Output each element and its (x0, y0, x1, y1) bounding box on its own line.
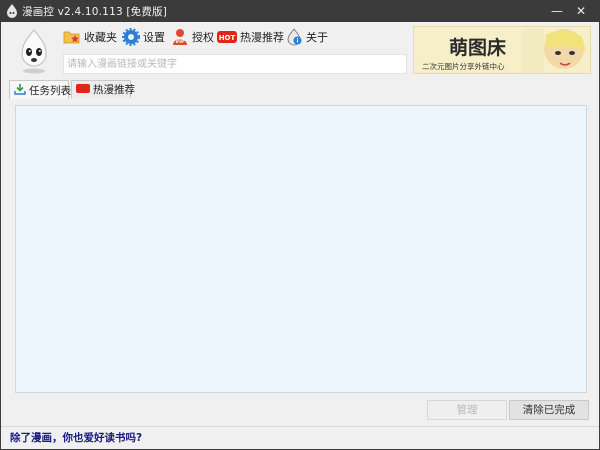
settings-label: 设置 (143, 31, 165, 44)
tab-hot-recommend-label: 热漫推荐 (93, 84, 135, 96)
vip-badge-text: VIP (175, 39, 185, 45)
about-label: 关于 (306, 31, 328, 44)
gear-icon (122, 28, 140, 46)
hot-badge-icon: HOT (217, 28, 237, 46)
client-area: 收藏夹 设置 VIP 授权 HOT 热漫推荐 关于 请输入漫画链接或关键字 萌图… (1, 22, 599, 449)
mascot-logo (10, 27, 58, 75)
vip-user-icon: VIP (171, 28, 189, 46)
folder-star-icon (63, 28, 81, 46)
hot-recommend-label: 热漫推荐 (240, 31, 284, 44)
manage-button[interactable]: 管理 (427, 400, 507, 420)
title-bar[interactable]: 漫画控 v2.4.10.113 [免费版] — ✕ (0, 0, 600, 22)
tab-task-list[interactable]: 任务列表 (9, 80, 71, 99)
tab-task-list-label: 任务列表 (29, 84, 71, 97)
info-icon (285, 28, 303, 46)
hot-tab-icon (76, 83, 90, 96)
close-button[interactable]: ✕ (572, 2, 590, 20)
search-input[interactable] (64, 55, 406, 73)
tab-hot-recommend[interactable]: 热漫推荐 (71, 80, 135, 98)
favorites-button[interactable]: 收藏夹 (63, 26, 117, 48)
license-label: 授权 (192, 31, 214, 44)
favorites-label: 收藏夹 (84, 31, 117, 44)
banner-subtitle: 二次元图片分享外链中心 (422, 61, 505, 71)
window-title: 漫画控 v2.4.10.113 [免费版] (22, 6, 168, 18)
minimize-button[interactable]: — (548, 2, 566, 20)
settings-button[interactable]: 设置 (122, 26, 165, 48)
status-divider (1, 426, 599, 427)
hot-recommend-button[interactable]: HOT 热漫推荐 (217, 26, 284, 48)
about-button[interactable]: 关于 (285, 26, 328, 48)
download-icon (14, 83, 26, 98)
search-box[interactable] (63, 54, 407, 74)
app-logo-icon (7, 4, 17, 18)
license-button[interactable]: VIP 授权 (171, 26, 214, 48)
hot-badge-text: HOT (219, 34, 236, 42)
app-window: 漫画控 v2.4.10.113 [免费版] — ✕ 收藏夹 设置 VIP 授权 … (0, 0, 600, 450)
banner-art: 萌图床 二次元图片分享外链中心 (414, 27, 590, 73)
task-list-panel[interactable] (15, 105, 587, 393)
status-link[interactable]: 除了漫画，你也爱好读书吗? (10, 430, 142, 445)
banner-title: 萌图床 (449, 36, 506, 59)
promo-banner[interactable]: 萌图床 二次元图片分享外链中心 (413, 26, 591, 74)
clear-completed-button[interactable]: 清除已完成 (509, 400, 589, 420)
